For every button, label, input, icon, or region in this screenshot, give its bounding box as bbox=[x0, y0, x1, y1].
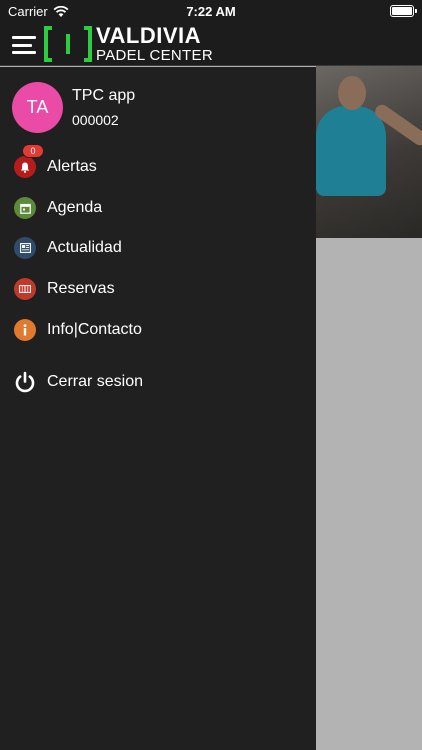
newspaper-icon bbox=[14, 237, 36, 259]
status-bar: Carrier 7:22 AM bbox=[0, 0, 422, 22]
menu-label-agenda: Agenda bbox=[47, 199, 103, 216]
avatar: TA bbox=[12, 82, 63, 133]
battery-icon bbox=[390, 5, 417, 17]
power-icon bbox=[14, 371, 36, 393]
logo-line1: VALDIVIA bbox=[96, 23, 202, 48]
logo-text: VALDIVIA PADEL CENTER bbox=[96, 23, 213, 64]
logo-mark bbox=[44, 26, 92, 62]
avatar-initials: TA bbox=[26, 97, 49, 117]
clock: 7:22 AM bbox=[186, 4, 236, 19]
background-photo bbox=[316, 66, 422, 238]
calendar-icon bbox=[14, 197, 36, 219]
app-logo: VALDIVIA PADEL CENTER bbox=[44, 25, 213, 63]
menu-label-alertas: Alertas bbox=[47, 158, 97, 175]
user-profile[interactable]: TA TPC app 000002 bbox=[12, 82, 135, 133]
logo-line2: PADEL CENTER bbox=[96, 47, 213, 64]
logout-button[interactable]: Cerrar sesion bbox=[14, 367, 304, 397]
side-drawer: TA TPC app 000002 0 Alertas Agenda Actua… bbox=[0, 67, 316, 750]
menu-label-actualidad: Actualidad bbox=[47, 239, 122, 256]
bell-icon: 0 bbox=[14, 144, 44, 178]
battery-level bbox=[392, 7, 412, 15]
menu-item-alertas[interactable]: 0 Alertas bbox=[14, 144, 304, 182]
profile-id: 000002 bbox=[72, 112, 119, 128]
alert-count-badge: 0 bbox=[22, 144, 44, 158]
menu-item-agenda[interactable]: Agenda bbox=[14, 193, 304, 223]
menu-item-info-contacto[interactable]: Info|Contacto bbox=[14, 315, 304, 345]
info-icon bbox=[14, 319, 36, 341]
menu-toggle-icon[interactable] bbox=[12, 36, 36, 54]
court-icon bbox=[14, 278, 36, 300]
menu-label-logout: Cerrar sesion bbox=[47, 373, 144, 390]
menu-label-reservas: Reservas bbox=[47, 280, 115, 297]
app-header: VALDIVIA PADEL CENTER bbox=[0, 22, 422, 66]
profile-name: TPC app bbox=[72, 87, 136, 104]
menu-label-info: Info|Contacto bbox=[47, 321, 142, 338]
menu-item-reservas[interactable]: Reservas bbox=[14, 274, 304, 304]
menu-item-actualidad[interactable]: Actualidad bbox=[14, 233, 304, 263]
